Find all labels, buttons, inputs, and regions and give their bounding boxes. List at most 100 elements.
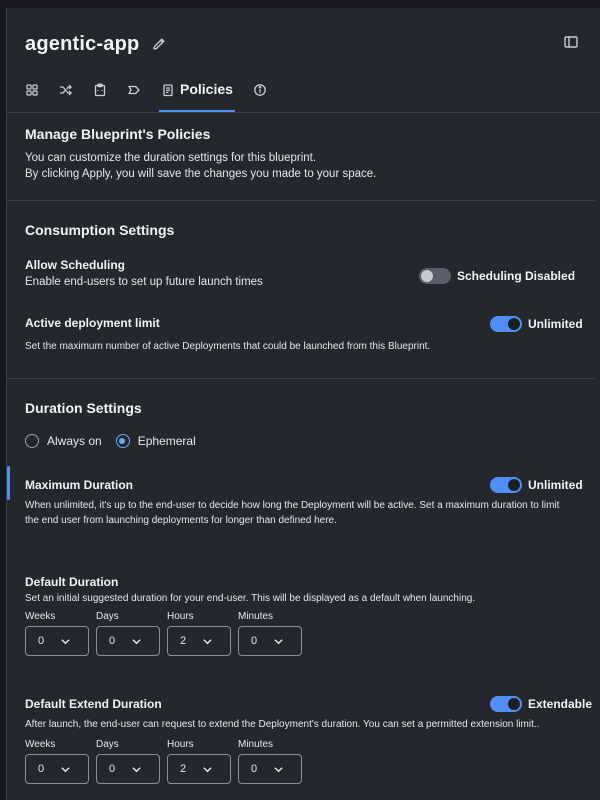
consumption-title: Consumption Settings: [25, 222, 175, 238]
deployment-limit-toggle-label: Unlimited: [528, 317, 583, 331]
chevron-down-icon: [203, 638, 212, 644]
chevron-down-icon: [61, 766, 70, 772]
tab-policies[interactable]: Policies: [159, 78, 235, 112]
tab-tags[interactable]: [127, 78, 141, 112]
field-label: Weeks: [25, 739, 56, 750]
section-divider: [7, 378, 595, 379]
extend-hours-field: Hours 2: [167, 739, 231, 784]
select-value: 0: [251, 635, 258, 647]
section-divider: [7, 200, 595, 201]
blueprint-panel: agentic-app Policies Manage Blueprint's …: [6, 8, 600, 800]
chevron-down-icon: [274, 638, 283, 644]
extend-minutes-field: Minutes 0: [238, 739, 302, 784]
manage-line-1: You can customize the duration settings …: [25, 152, 317, 164]
tab-workflows[interactable]: [59, 78, 73, 112]
chevron-down-icon: [132, 638, 141, 644]
extend-days-field: Days 0: [96, 739, 160, 784]
weeks-select[interactable]: 0: [25, 626, 89, 656]
field-label: Hours: [167, 611, 194, 622]
radio-ephemeral-circle[interactable]: [115, 434, 130, 448]
weeks-select[interactable]: 0: [25, 754, 89, 784]
default-days-field: Days 0: [96, 611, 160, 656]
minutes-select[interactable]: 0: [238, 626, 302, 656]
tab-inputs[interactable]: [93, 78, 107, 112]
max-duration-toggle[interactable]: Unlimited: [490, 477, 583, 493]
chevron-down-icon: [61, 638, 70, 644]
select-value: 0: [109, 763, 116, 775]
tab-overview[interactable]: [25, 78, 39, 112]
radio-always-on-label: Always on: [47, 434, 102, 448]
select-value: 0: [38, 763, 45, 775]
max-duration-label: Maximum Duration: [25, 478, 134, 492]
manage-section: Manage Blueprint's Policies You can cust…: [25, 126, 600, 182]
default-duration-label: Default Duration: [25, 575, 119, 589]
grid-icon: [26, 84, 38, 96]
extend-duration-switch[interactable]: [490, 696, 522, 712]
consumption-title-wrap: Consumption Settings: [25, 222, 600, 238]
tab-bar: Policies: [25, 78, 600, 112]
hours-select[interactable]: 2: [167, 626, 231, 656]
select-value: 0: [38, 635, 45, 647]
field-label: Minutes: [238, 739, 274, 750]
default-hours-field: Hours 2: [167, 611, 231, 656]
scheduling-toggle[interactable]: Scheduling Disabled: [419, 268, 575, 284]
default-duration-block: Default Duration Set an initial suggeste…: [25, 575, 600, 606]
duration-mode-radio-group: Always on Ephemeral: [25, 434, 210, 448]
tag-icon: [128, 85, 140, 95]
default-duration-fields: Weeks 0 Days 0 Hours 2 Minutes 0: [25, 611, 309, 656]
select-value: 0: [109, 635, 116, 647]
radio-ephemeral[interactable]: Ephemeral: [115, 434, 196, 448]
chevron-down-icon: [203, 766, 212, 772]
radio-always-on-circle[interactable]: [25, 434, 39, 448]
select-value: 2: [180, 635, 187, 647]
app-title: agentic-app: [25, 32, 140, 55]
hours-select[interactable]: 2: [167, 754, 231, 784]
field-label: Days: [96, 739, 119, 750]
days-select[interactable]: 0: [96, 754, 160, 784]
sidebar-panel-icon[interactable]: [563, 34, 579, 50]
extend-duration-fields: Weeks 0 Days 0 Hours 2 Minutes 0: [25, 739, 309, 784]
manage-title: Manage Blueprint's Policies: [25, 126, 211, 142]
deployment-limit-toggle[interactable]: Unlimited: [490, 316, 583, 332]
select-value: 0: [251, 763, 258, 775]
deployment-limit-switch[interactable]: [490, 316, 522, 332]
radio-ephemeral-label: Ephemeral: [137, 434, 196, 448]
default-minutes-field: Minutes 0: [238, 611, 302, 656]
extend-duration-toggle-label: Extendable: [528, 697, 593, 711]
info-icon: [254, 84, 266, 96]
pencil-icon[interactable]: [151, 36, 167, 52]
max-duration-description: When unlimited, it's up to the end-user …: [25, 500, 560, 526]
default-duration-description: Set an initial suggested duration for yo…: [25, 593, 476, 604]
deployment-limit-description: Set the maximum number of active Deploym…: [25, 341, 431, 352]
default-weeks-field: Weeks 0: [25, 611, 89, 656]
shuffle-icon: [59, 84, 72, 96]
scheduling-toggle-label: Scheduling Disabled: [457, 269, 576, 283]
select-value: 2: [180, 763, 187, 775]
days-select[interactable]: 0: [96, 626, 160, 656]
extend-duration-description: After launch, the end-user can request t…: [25, 719, 540, 730]
manage-line-2: By clicking Apply, you will save the cha…: [25, 168, 377, 180]
max-duration-switch[interactable]: [490, 477, 522, 493]
minutes-select[interactable]: 0: [238, 754, 302, 784]
clipboard-icon: [94, 83, 106, 97]
policy-document-icon: [163, 84, 173, 97]
extend-duration-toggle[interactable]: Extendable: [490, 696, 592, 712]
field-label: Weeks: [25, 611, 56, 622]
duration-title: Duration Settings: [25, 400, 142, 416]
active-indicator: [7, 466, 10, 500]
duration-title-wrap: Duration Settings: [25, 400, 600, 416]
scheduling-switch[interactable]: [419, 268, 451, 284]
field-label: Minutes: [238, 611, 274, 622]
extend-weeks-field: Weeks 0: [25, 739, 89, 784]
tab-policies-label: Policies: [180, 81, 233, 97]
radio-always-on[interactable]: Always on: [25, 434, 102, 448]
tabs-divider: [7, 112, 600, 113]
field-label: Hours: [167, 739, 194, 750]
tab-info[interactable]: [253, 78, 267, 112]
chevron-down-icon: [274, 766, 283, 772]
field-label: Days: [96, 611, 119, 622]
header: agentic-app: [25, 30, 600, 58]
chevron-down-icon: [132, 766, 141, 772]
max-duration-block: Maximum Duration When unlimited, it's up…: [25, 478, 563, 528]
max-duration-toggle-label: Unlimited: [528, 478, 583, 492]
